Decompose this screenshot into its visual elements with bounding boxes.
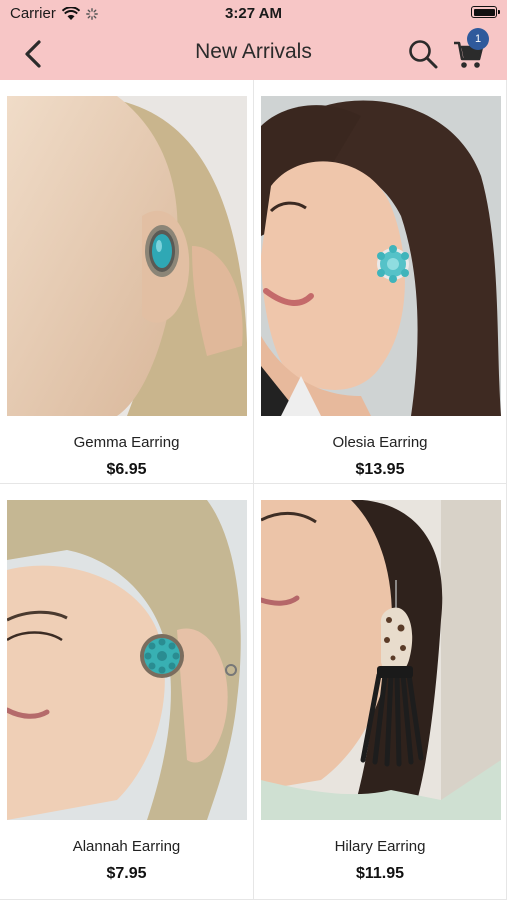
product-card[interactable]: Gemma Earring $6.95 bbox=[0, 80, 254, 484]
product-price: $7.95 bbox=[106, 865, 147, 882]
status-time: 3:27 AM bbox=[225, 5, 282, 22]
cart-count-badge[interactable]: 1 bbox=[467, 28, 489, 50]
product-name[interactable]: Hilary Earring bbox=[254, 838, 506, 855]
product-name[interactable]: Gemma Earring bbox=[0, 434, 253, 451]
search-icon bbox=[409, 40, 438, 69]
product-image[interactable] bbox=[7, 96, 247, 416]
product-grid: Gemma Earring $6.95 Olesia Earring $13.9… bbox=[0, 80, 507, 900]
product-name[interactable]: Olesia Earring bbox=[254, 434, 506, 451]
product-name[interactable]: Alannah Earring bbox=[0, 838, 253, 855]
product-price: $13.95 bbox=[355, 461, 405, 478]
product-image[interactable] bbox=[261, 500, 501, 820]
battery-icon bbox=[471, 6, 500, 18]
product-price: $11.95 bbox=[355, 865, 405, 882]
product-image[interactable] bbox=[7, 500, 247, 820]
product-card[interactable]: Alannah Earring $7.95 bbox=[0, 484, 254, 900]
nav-bar: New Arrivals 1 bbox=[0, 28, 507, 80]
search-button[interactable] bbox=[406, 37, 440, 71]
product-price: $6.95 bbox=[106, 461, 147, 478]
status-right bbox=[471, 6, 500, 18]
product-card[interactable]: Olesia Earring $13.95 bbox=[254, 80, 507, 484]
product-card[interactable]: Hilary Earring $11.95 bbox=[254, 484, 507, 900]
product-image[interactable] bbox=[261, 96, 501, 416]
status-bar: Carrier 3:27 AM bbox=[0, 0, 507, 28]
